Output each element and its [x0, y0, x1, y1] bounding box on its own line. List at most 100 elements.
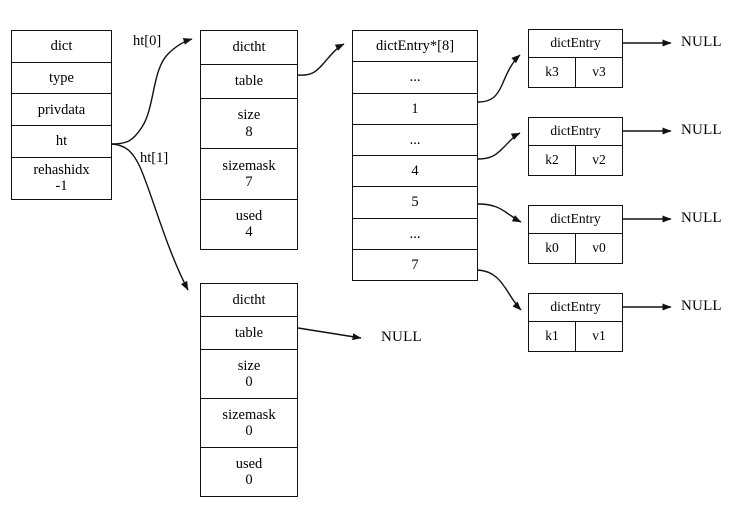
- dict-entry-value-cell: v0: [576, 234, 622, 263]
- dictht1-field-sizemask-value: 0: [245, 423, 253, 439]
- bucket-array-box: dictEntry*[8] ... 1 ... 4 5 ... 7: [352, 30, 478, 281]
- dictht0-field-size-value: 8: [245, 123, 253, 140]
- dict-entry-value-cell: v1: [576, 322, 622, 351]
- ht0-pointer-label: ht[0]: [133, 33, 162, 49]
- dictht1-table-null-label: NULL: [381, 329, 422, 345]
- bucket-slot-label: 5: [411, 194, 419, 211]
- dict-field-type: type: [12, 62, 111, 95]
- dictht1-field-sizemask: sizemask 0: [201, 399, 297, 448]
- bucket-slot-label: 1: [411, 100, 419, 117]
- dict-entry-header: dictEntry: [529, 118, 622, 146]
- dict-entry-key-label: k2: [545, 152, 559, 168]
- dictht1-field-size: size 0: [201, 350, 297, 399]
- dictht1-field-dictht: dictht: [201, 284, 297, 317]
- diagram-canvas: dict type privdata ht rehashidx -1 ht[0]…: [0, 0, 748, 514]
- dictht1-field-used-value: 0: [245, 472, 253, 488]
- dict-entry-next-null-label: NULL: [681, 210, 722, 226]
- dictht0-field-table: table: [201, 64, 297, 99]
- bucket-slot: 5: [353, 187, 477, 219]
- bucket-array-header-label: dictEntry*[8]: [375, 38, 455, 54]
- dict-entry-header-label: dictEntry: [550, 35, 601, 51]
- dict-entry-node: dictEntry k2 v2: [528, 117, 623, 176]
- bucket-slot-label: 7: [411, 256, 419, 273]
- dict-field-dict: dict: [12, 31, 111, 63]
- edge-bucket1-to-entry0: [477, 54, 521, 103]
- dict-entry-header-label: dictEntry: [550, 299, 601, 315]
- dictht1-field-dictht-label: dictht: [232, 291, 266, 308]
- dictht0-field-sizemask-value: 7: [245, 173, 253, 190]
- edge-bucket7-to-entry3: [477, 269, 522, 311]
- dictht0-field-size: size 8: [201, 98, 297, 150]
- dict-entry-header-label: dictEntry: [550, 123, 601, 139]
- bucket-slot-label: 4: [411, 163, 419, 179]
- dictht1-field-size-value: 0: [245, 374, 253, 390]
- dict-entry-next-null-label: NULL: [681, 298, 722, 314]
- dict-entry-node: dictEntry k1 v1: [528, 293, 623, 352]
- edge-bucket5-to-entry2: [477, 203, 522, 223]
- edge-table0-to-array: [297, 43, 345, 76]
- bucket-array-header: dictEntry*[8]: [353, 31, 477, 63]
- dictht1-field-table-label: table: [234, 324, 264, 341]
- dictht0-field-dictht-label: dictht: [232, 39, 266, 56]
- dict-entry-next-null-label: NULL: [681, 34, 722, 50]
- dict-entry-kv-row: k1 v1: [529, 321, 622, 351]
- dictht1-field-sizemask-label: sizemask: [222, 406, 276, 423]
- bucket-slot: 4: [353, 156, 477, 188]
- dict-field-ht: ht: [12, 125, 111, 158]
- dict-field-rehashidx: rehashidx -1: [12, 157, 111, 200]
- dict-field-rehashidx-label: rehashidx: [33, 162, 90, 179]
- dict-field-dict-label: dict: [50, 38, 73, 55]
- dict-entry-node: dictEntry k0 v0: [528, 205, 623, 264]
- dict-field-privdata: privdata: [12, 94, 111, 126]
- bucket-slot: 7: [353, 249, 477, 280]
- dict-entry-header: dictEntry: [529, 30, 622, 58]
- edge-ht0: [111, 37, 193, 145]
- dictht1-field-table: table: [201, 317, 297, 350]
- dict-entry-key-cell: k3: [529, 57, 576, 87]
- dictht0-field-used: used 4: [201, 199, 297, 250]
- dictht1-field-used: used 0: [201, 448, 297, 496]
- ht1-pointer-label: ht[1]: [140, 150, 169, 166]
- dict-entry-value-label: v2: [592, 152, 606, 168]
- dict-entry-value-label: v3: [592, 64, 606, 80]
- dict-entry-kv-row: k2 v2: [529, 145, 622, 175]
- dictht0-field-used-label: used: [235, 208, 263, 225]
- dictht0-field-used-value: 4: [245, 224, 253, 241]
- dictht0-struct-box: dictht table size 8 sizemask 7 used 4: [200, 30, 298, 250]
- dict-entry-kv-row: k3 v3: [529, 57, 622, 87]
- dict-entry-value-cell: v2: [576, 146, 622, 175]
- dictht0-field-sizemask-label: sizemask: [222, 157, 276, 174]
- dictht0-field-table-label: table: [234, 73, 264, 90]
- dictht0-field-sizemask: sizemask 7: [201, 149, 297, 200]
- dict-entry-key-label: k0: [545, 240, 559, 256]
- bucket-slot: ...: [353, 218, 477, 250]
- bucket-slot: 1: [353, 93, 477, 125]
- dictht0-field-size-label: size: [237, 107, 261, 124]
- dictht1-struct-box: dictht table size 0 sizemask 0 used 0: [200, 283, 298, 497]
- dict-entry-key-cell: k1: [529, 321, 576, 351]
- dict-entry-next-null-label: NULL: [681, 122, 722, 138]
- edge-bucket4-to-entry1: [477, 132, 521, 160]
- dict-entry-key-label: k1: [545, 328, 559, 344]
- dict-entry-value-label: v0: [592, 240, 606, 256]
- dictht0-field-dictht: dictht: [201, 31, 297, 65]
- dict-entry-value-cell: v3: [576, 58, 622, 87]
- dict-entry-header-label: dictEntry: [550, 211, 601, 227]
- bucket-slot: ...: [353, 124, 477, 156]
- dict-field-type-label: type: [49, 69, 74, 86]
- bucket-slot-label: ...: [409, 225, 421, 242]
- dict-entry-kv-row: k0 v0: [529, 233, 622, 263]
- dict-entry-key-cell: k2: [529, 145, 576, 175]
- dict-entry-node: dictEntry k3 v3: [528, 29, 623, 88]
- bucket-slot: ...: [353, 62, 477, 94]
- dictht1-field-size-label: size: [237, 357, 261, 374]
- dict-entry-header: dictEntry: [529, 206, 622, 234]
- edge-table1-to-null: [297, 327, 362, 341]
- dict-field-ht-label: ht: [55, 133, 68, 150]
- dict-entry-value-label: v1: [592, 328, 606, 344]
- dict-struct-box: dict type privdata ht rehashidx -1: [11, 30, 112, 200]
- dictht1-field-used-label: used: [235, 455, 263, 472]
- dict-field-rehashidx-value: -1: [55, 178, 68, 195]
- dict-entry-key-label: k3: [545, 64, 559, 80]
- bucket-slot-label: ...: [409, 131, 421, 148]
